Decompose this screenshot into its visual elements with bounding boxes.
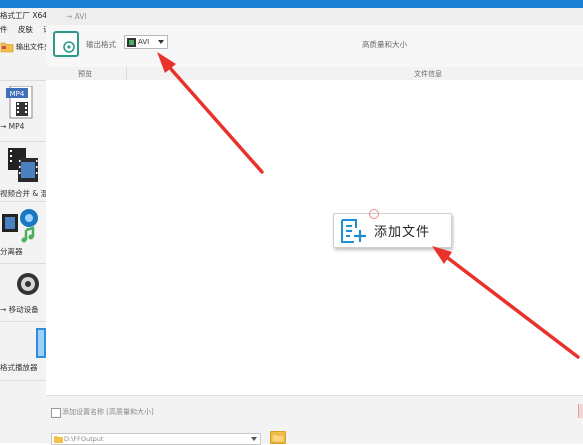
quality-preset-label: 高质量和大小 <box>362 40 407 49</box>
mouse-click-indicator <box>369 209 379 219</box>
sidebar-item-av-splitter[interactable]: 分离器 <box>0 204 46 260</box>
sidebar-divider <box>0 380 46 381</box>
add-file-button[interactable]: 添加文件 <box>333 213 452 248</box>
edge-button-partial[interactable] <box>578 404 583 418</box>
breadcrumb: → AVI <box>66 12 87 21</box>
output-settings-icon[interactable] <box>53 31 79 57</box>
menu-bar: 件 皮肤 语 <box>0 24 46 35</box>
column-divider <box>126 67 127 80</box>
chevron-down-icon <box>158 40 164 44</box>
chevron-down-icon <box>251 437 257 441</box>
add-file-label: 添加文件 <box>374 225 431 240</box>
sidebar-divider <box>0 263 46 264</box>
format-toolbar: 输出格式 AVI 高质量和大小 <box>46 25 583 68</box>
folder-icon <box>271 433 285 443</box>
output-path-value: D:\FFOutput <box>64 435 104 443</box>
svg-text:MP4: MP4 <box>10 90 25 98</box>
sidebar-item-label: 分离器 <box>0 247 23 256</box>
output-path-select[interactable]: D:\FFOutput <box>51 433 261 445</box>
menu-item-file[interactable]: 件 <box>0 25 8 34</box>
sidebar-item-video-merge[interactable]: 视频合并 & 混 <box>0 144 46 200</box>
mobile-device-icon <box>17 273 39 295</box>
sidebar-item-label: 格式播放器 <box>0 363 38 372</box>
output-format-label: 输出格式 <box>86 40 116 49</box>
bottom-options-bar: 添加设置名称 [高质量和大小] D:\FFOutput <box>46 395 583 445</box>
sidebar-divider <box>0 201 46 202</box>
app-title: 格式工厂 X64 5 <box>0 11 47 20</box>
sidebar-item-label: → 移动设备 <box>0 305 39 314</box>
append-setting-label: 添加设置名称 [高质量和大小] <box>62 408 154 416</box>
left-sidebar: 格式工厂 X64 5 件 皮肤 语 输出文件夹 MP4 → MP4 <box>0 8 47 443</box>
sidebar-item-mp4[interactable]: MP4 → MP4 <box>0 84 46 140</box>
sidebar-item-label: 视频合并 & 混 <box>0 189 47 198</box>
mp4-video-icon: MP4 <box>6 86 33 119</box>
sidebar-divider <box>0 80 46 81</box>
append-setting-checkbox[interactable] <box>51 408 61 418</box>
output-folder-label: 输出文件夹 <box>16 43 46 51</box>
sidebar-divider <box>0 321 46 322</box>
folder-icon <box>54 436 63 443</box>
av-splitter-icon <box>2 209 38 243</box>
dialog-title-bar: → AVI <box>46 8 583 26</box>
folder-icon <box>0 42 14 53</box>
file-list-header: 预览 文件信息 <box>46 67 583 81</box>
add-file-icon <box>341 218 366 243</box>
desktop-taskbar-strip <box>0 0 583 8</box>
sidebar-divider <box>0 141 46 142</box>
output-format-select[interactable]: AVI <box>124 35 168 49</box>
sidebar-item-label: → MP4 <box>0 122 25 131</box>
sidebar-item-mobile-device[interactable]: → 移动设备 <box>0 266 46 322</box>
settings-gear-icon <box>63 41 75 53</box>
menu-item-skin[interactable]: 皮肤 <box>18 25 33 34</box>
output-folder-button[interactable]: 输出文件夹 <box>0 37 46 57</box>
film-merge-icon <box>8 148 38 182</box>
output-format-value: AVI <box>138 38 150 46</box>
film-icon <box>127 37 136 47</box>
file-list-area[interactable] <box>46 80 583 395</box>
sidebar-item-player[interactable]: 格式播放器 <box>0 324 46 380</box>
column-header-preview: 预览 <box>78 70 92 78</box>
column-header-file-info: 文件信息 <box>414 70 442 78</box>
browse-folder-button[interactable] <box>270 431 286 444</box>
